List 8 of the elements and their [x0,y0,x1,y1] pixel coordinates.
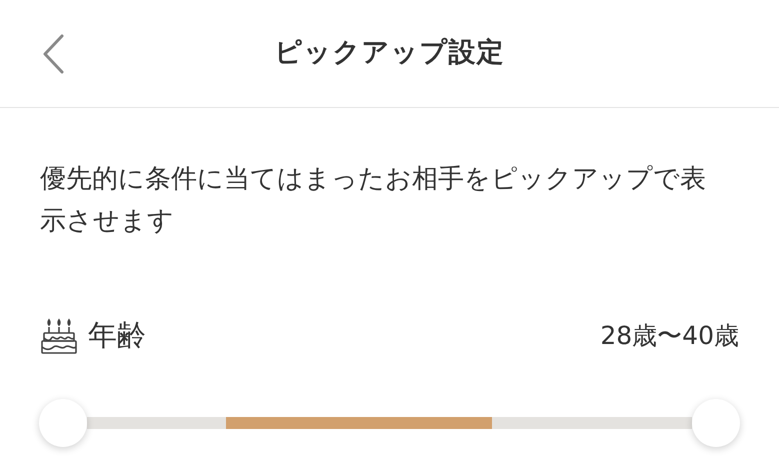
slider-handle[interactable] [39,399,87,447]
back-icon [42,34,64,74]
age-range-value: 28歳〜40歳 [600,320,739,352]
page-title: ピックアップ設定 [274,36,504,70]
cake-icon [40,317,78,355]
slider-handle[interactable] [692,399,740,447]
age-label: 年齢 [88,317,146,354]
description-text: 優先的に条件に当てはまったお相手をピックアップで表示させます [40,163,707,238]
